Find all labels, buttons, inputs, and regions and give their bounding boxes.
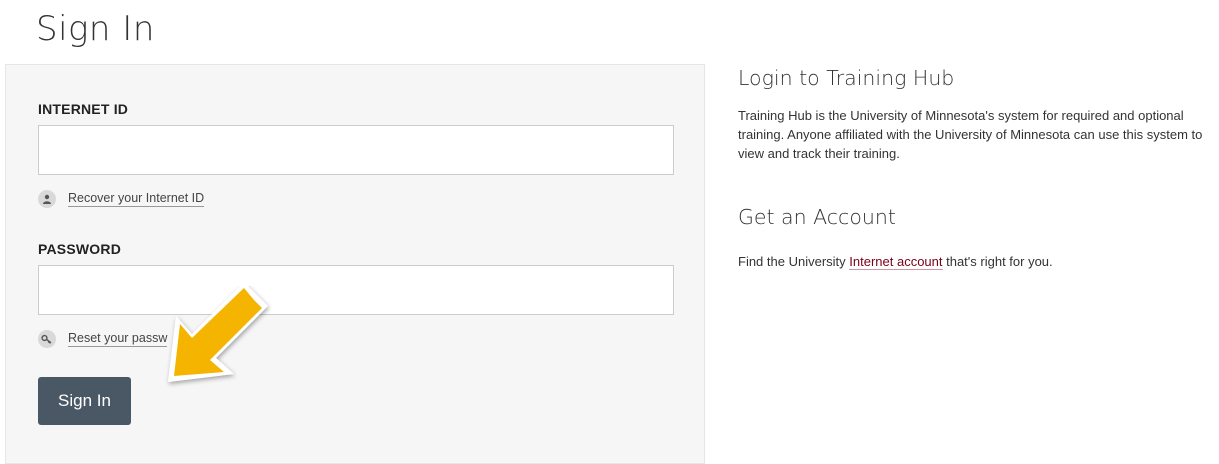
login-description: Training Hub is the University of Minnes… bbox=[738, 108, 1203, 161]
account-description: Find the University Internet account tha… bbox=[738, 252, 1053, 271]
user-icon bbox=[38, 190, 56, 208]
reset-password-link[interactable]: Reset your passw bbox=[38, 329, 168, 349]
sign-in-button[interactable]: Sign In bbox=[38, 377, 131, 425]
account-text-after: that's right for you. bbox=[942, 254, 1053, 269]
reset-password-text[interactable]: Reset your passw bbox=[68, 331, 168, 347]
key-icon bbox=[38, 330, 56, 348]
page-title: Sign In bbox=[36, 9, 155, 49]
account-text-before: Find the University bbox=[738, 254, 850, 269]
signin-panel: INTERNET ID Recover your Internet ID PAS… bbox=[5, 64, 705, 464]
arrow-icon bbox=[168, 286, 268, 382]
internet-id-label: INTERNET ID bbox=[38, 101, 129, 117]
recover-internet-id-text[interactable]: Recover your Internet ID bbox=[68, 191, 205, 207]
internet-id-input[interactable] bbox=[38, 125, 674, 175]
recover-internet-id-link[interactable]: Recover your Internet ID bbox=[38, 189, 205, 209]
login-heading: Login to Training Hub bbox=[738, 66, 955, 90]
internet-account-link[interactable]: Internet account bbox=[849, 254, 943, 270]
password-label: PASSWORD bbox=[38, 241, 122, 257]
account-heading: Get an Account bbox=[738, 205, 896, 229]
password-input[interactable] bbox=[38, 265, 674, 315]
